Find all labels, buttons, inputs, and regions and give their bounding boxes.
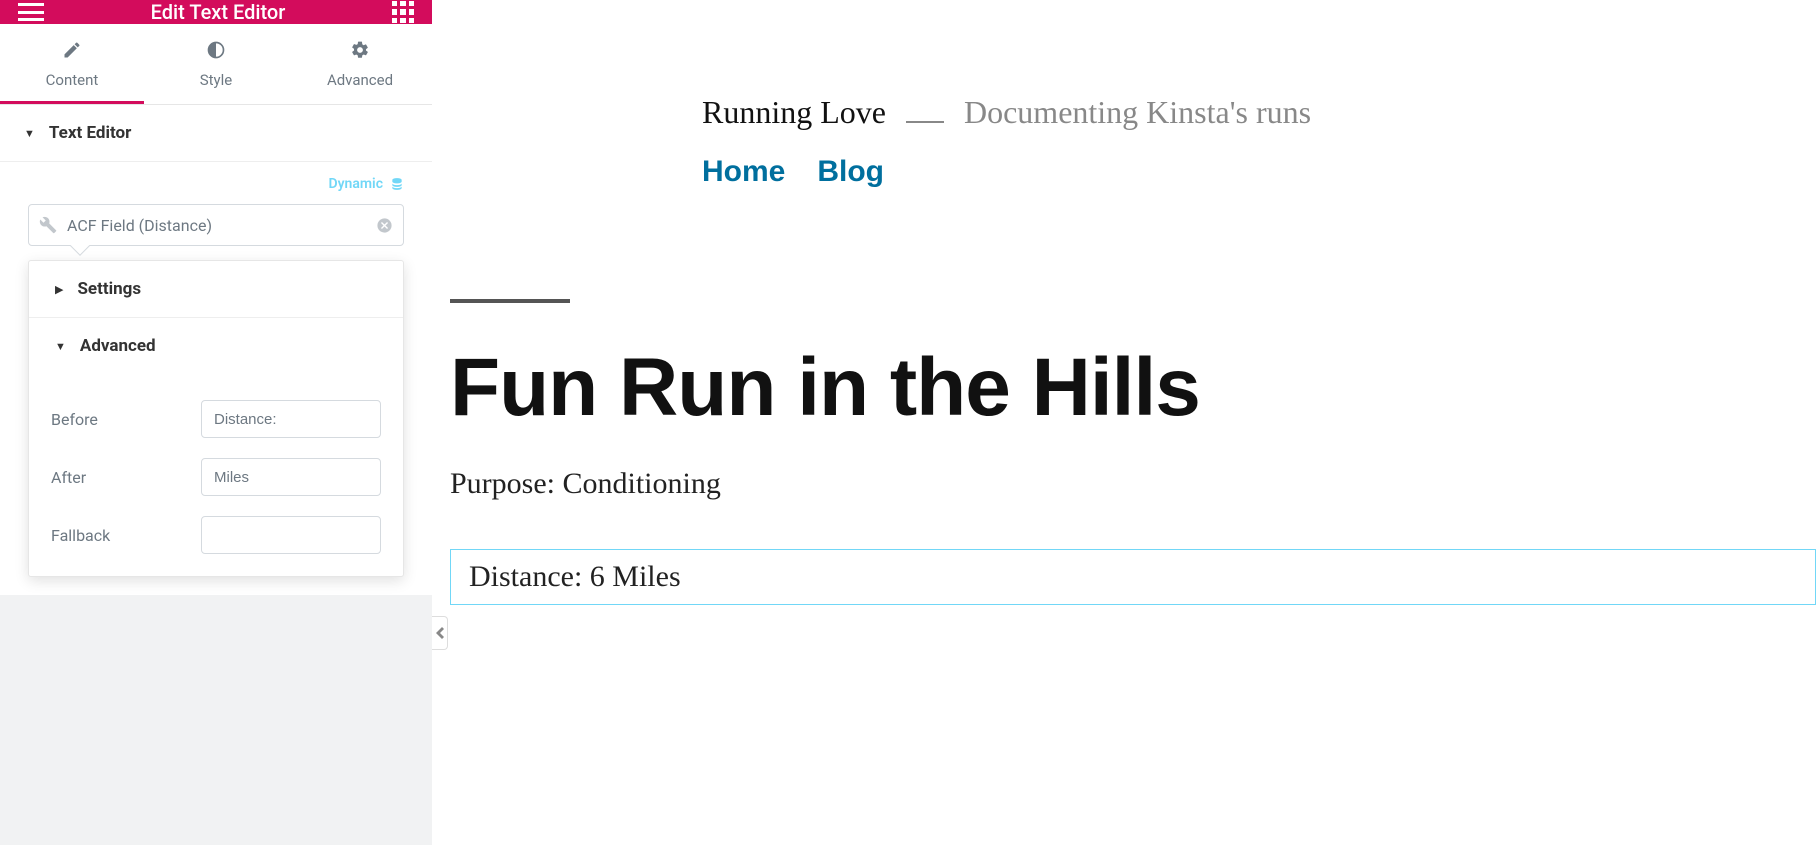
sidebar-spacer (0, 595, 432, 845)
post-purpose: Purpose: Conditioning (450, 467, 1816, 501)
caret-down-icon: ▼ (24, 127, 35, 140)
distance-widget[interactable]: Distance: 6 Miles (450, 549, 1816, 605)
post-title: Fun Run in the Hills (450, 341, 1816, 435)
tab-label: Advanced (327, 71, 393, 89)
database-icon (390, 177, 404, 191)
grid-icon[interactable] (392, 1, 414, 23)
tab-style[interactable]: Style (144, 24, 288, 104)
popover-advanced-body: Before After Fallback (29, 374, 403, 576)
pencil-icon (62, 40, 82, 65)
clear-icon[interactable] (376, 217, 393, 234)
popover-label: Advanced (80, 336, 156, 356)
tab-advanced[interactable]: Advanced (288, 24, 432, 104)
tab-content[interactable]: Content (0, 24, 144, 104)
dynamic-settings-popover: ▶ Settings ▼ Advanced Before After (28, 260, 404, 577)
caret-down-icon: ▼ (55, 340, 66, 353)
contrast-icon (206, 40, 226, 65)
sidebar-tabs: Content Style Advanced (0, 24, 432, 105)
dynamic-field-pill[interactable]: ACF Field (Distance) (28, 204, 404, 246)
collapse-sidebar-button[interactable] (432, 616, 448, 650)
text-editor-section: ▼ Text Editor (0, 105, 432, 162)
sidebar-title: Edit Text Editor (151, 0, 286, 24)
popover-label: Settings (77, 279, 141, 299)
preview-pane: Running Love Documenting Kinsta's runs H… (432, 0, 1816, 845)
post-content: Fun Run in the Hills Purpose: Conditioni… (432, 189, 1816, 605)
popover-advanced-header[interactable]: ▼ Advanced (29, 318, 403, 374)
nav-home[interactable]: Home (702, 155, 785, 189)
dynamic-label: Dynamic (328, 176, 383, 192)
tab-label: Content (46, 71, 99, 89)
site-tagline: Documenting Kinsta's runs (964, 94, 1311, 131)
section-header-text-editor[interactable]: ▼ Text Editor (0, 105, 432, 161)
popover-settings-header[interactable]: ▶ Settings (29, 261, 403, 317)
section-label: Text Editor (49, 123, 131, 143)
nav-blog[interactable]: Blog (817, 155, 884, 189)
fallback-input[interactable] (201, 516, 381, 554)
dynamic-toggle[interactable]: Dynamic (0, 162, 432, 200)
wrench-icon (39, 216, 57, 234)
fallback-label: Fallback (51, 526, 201, 545)
dash-icon (906, 121, 944, 123)
site-title: Running Love (702, 94, 886, 131)
caret-right-icon: ▶ (55, 283, 63, 296)
gear-icon (350, 40, 370, 65)
site-nav: Home Blog (702, 155, 1816, 189)
title-rule (450, 299, 570, 303)
tab-label: Style (200, 71, 233, 89)
editor-sidebar: Edit Text Editor Content Style Advanced … (0, 0, 432, 845)
after-label: After (51, 468, 201, 487)
sidebar-header: Edit Text Editor (0, 0, 432, 24)
before-label: Before (51, 410, 201, 429)
after-input[interactable] (201, 458, 381, 496)
before-input[interactable] (201, 400, 381, 438)
site-header: Running Love Documenting Kinsta's runs H… (432, 94, 1816, 189)
pill-label: ACF Field (Distance) (67, 216, 376, 235)
hamburger-icon[interactable] (18, 3, 44, 21)
